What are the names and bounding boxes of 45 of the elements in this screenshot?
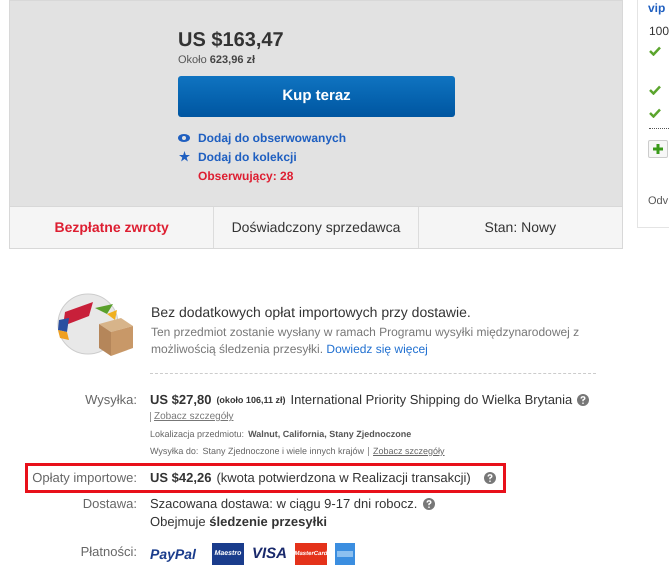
plus-icon bbox=[653, 144, 663, 154]
ships-to-text: Stany Zjednoczone i wiele innych krajów bbox=[202, 445, 364, 458]
visa-logo: VISA bbox=[252, 544, 287, 564]
add-button[interactable] bbox=[648, 140, 668, 158]
check-icon bbox=[649, 46, 661, 56]
feedback-count: 100 bbox=[649, 23, 669, 40]
item-location: Walnut, California, Stany Zjednoczone bbox=[248, 428, 412, 441]
program-description: Ten przedmiot zostanie wysłany w ramach Programu wysyłki międzynarodowej z możliwością śledzenia przesyłki. Dowiedz się więcej bbox=[151, 324, 580, 358]
feature-cell: Doświadczony sprzedawca bbox=[213, 207, 418, 248]
shipping-price: US $27,80 bbox=[150, 391, 212, 409]
buy-now-button[interactable]: Kup teraz bbox=[178, 76, 455, 117]
field-label: Lokalizacja przedmiotu: bbox=[150, 428, 244, 441]
feature-cell-text: Bezpłatne zwroty bbox=[53, 218, 170, 237]
field-label: Płatności: bbox=[80, 543, 137, 561]
check-icon bbox=[649, 85, 661, 95]
converted-price: (około 106,11 zł) bbox=[216, 394, 286, 407]
field-label: Dostawa: bbox=[82, 495, 137, 513]
field-label: Wysyłka do: bbox=[150, 445, 198, 458]
help-icon[interactable] bbox=[577, 394, 590, 406]
paypal-logo: PayPal bbox=[150, 544, 196, 564]
check-icon bbox=[649, 108, 661, 118]
field-label: Wysyłka: bbox=[85, 391, 137, 409]
item-price: US $163,47 bbox=[178, 28, 284, 52]
tracking-note: Obejmuje śledzenie przesyłki bbox=[150, 513, 328, 531]
delivery-estimate: Szacowana dostawa: w ciągu 9-17 dni robocz. bbox=[150, 495, 418, 513]
feature-cell: Stan: Nowy bbox=[418, 207, 622, 248]
details-link[interactable]: Zobacz szczegóły bbox=[154, 409, 234, 425]
field-label: Opłaty importowe: bbox=[32, 469, 137, 488]
seller-link[interactable]: vip bbox=[648, 1, 666, 15]
help-icon[interactable] bbox=[423, 498, 436, 510]
details-link[interactable]: Zobacz szczegóły bbox=[373, 443, 445, 460]
star-icon bbox=[178, 151, 190, 162]
action-link[interactable]: Dodaj do kolekcji bbox=[198, 148, 297, 166]
panel-text: Odv bbox=[648, 194, 668, 209]
action-link[interactable]: Dodaj do obserwowanych bbox=[198, 128, 346, 146]
watchers-count: Obserwujący: 28 bbox=[198, 168, 294, 185]
program-title: Bez dodatkowych opłat importowych przy dostawie. bbox=[151, 303, 471, 321]
import-fee-note: (kwota potwierdzona w Realizacji transakcji) bbox=[216, 469, 471, 488]
help-icon[interactable] bbox=[484, 472, 496, 484]
eye-icon bbox=[178, 134, 190, 142]
import-fee-amount: US $42,26 bbox=[150, 469, 212, 488]
card-logo-icon bbox=[334, 543, 355, 566]
converted-price: Około 623,96 zł bbox=[178, 53, 256, 68]
shipping-service: International Priority Shipping do Wielka Brytania bbox=[290, 391, 572, 409]
learn-more-link[interactable]: Dowiedz się więcej bbox=[326, 342, 428, 356]
